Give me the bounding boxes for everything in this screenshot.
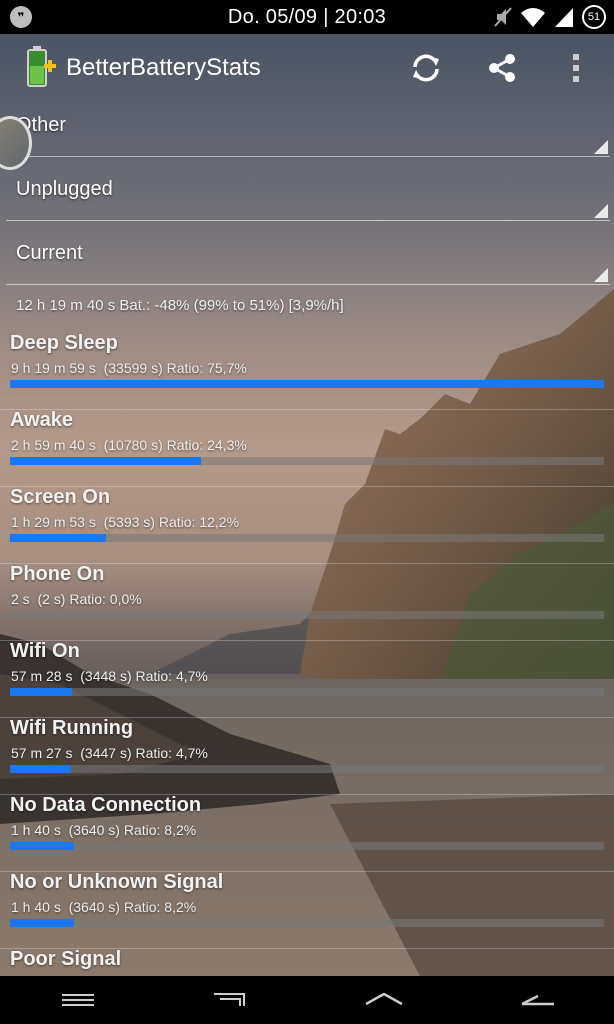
stat-bar — [10, 457, 604, 465]
stat-detail: 57 m 27 s (3447 s) Ratio: 4,7% — [11, 745, 208, 761]
stat-bar — [10, 765, 604, 773]
signal-icon — [555, 8, 573, 27]
recents-icon — [214, 993, 245, 1006]
refresh-icon — [413, 54, 439, 82]
menu-button[interactable] — [48, 986, 108, 1014]
battery-app-icon — [27, 46, 56, 87]
spinner-arrow-icon — [594, 140, 608, 154]
spinner-arrow-icon — [594, 268, 608, 282]
home-button[interactable] — [354, 986, 414, 1014]
summary-text: 12 h 19 m 40 s Bat.: -48% (99% to 51%) [… — [16, 297, 344, 314]
back-icon — [521, 994, 554, 1006]
stat-row-poor-signal[interactable]: Poor Signal — [0, 948, 614, 976]
wifi-icon — [521, 8, 545, 27]
to-spinner[interactable]: Current — [6, 226, 610, 285]
stat-row-deep-sleep[interactable]: Deep Sleep 9 h 19 m 59 s (33599 s) Ratio… — [0, 332, 614, 410]
share-button[interactable] — [482, 48, 522, 88]
stat-bar — [10, 842, 604, 850]
stat-detail: 1 h 29 m 53 s (5393 s) Ratio: 12,2% — [11, 514, 240, 530]
recents-button[interactable] — [200, 986, 260, 1014]
battery-level: 51 — [587, 11, 601, 23]
spinner-arrow-icon — [594, 204, 608, 218]
stat-bar — [10, 380, 604, 388]
stat-row-phone-on[interactable]: Phone On 2 s (2 s) Ratio: 0,0% — [0, 563, 614, 641]
navigation-bar — [0, 976, 614, 1024]
stat-title: Awake — [10, 409, 74, 431]
menu-icon — [62, 994, 94, 1006]
stat-title: Wifi Running — [10, 717, 134, 739]
stat-title: No or Unknown Signal — [10, 871, 224, 893]
overflow-menu-button[interactable] — [556, 48, 596, 88]
from-spinner-label: Unplugged — [16, 178, 113, 200]
stat-detail: 2 h 59 m 40 s (10780 s) Ratio: 24,3% — [11, 437, 247, 453]
stat-bar — [10, 688, 604, 696]
stat-bar-fill — [10, 380, 604, 388]
stat-bar — [10, 534, 604, 542]
stat-row-screen-on[interactable]: Screen On 1 h 29 m 53 s (5393 s) Ratio: … — [0, 486, 614, 564]
mute-icon — [494, 7, 512, 27]
action-bar: BetterBatteryStats — [0, 34, 614, 100]
stat-detail: 2 s (2 s) Ratio: 0,0% — [11, 591, 142, 607]
hangouts-icon: ❞ — [10, 6, 32, 28]
overflow-menu-icon — [573, 54, 579, 82]
stat-row-no-data-connection[interactable]: No Data Connection 1 h 40 s (3640 s) Rat… — [0, 794, 614, 872]
stat-title: Deep Sleep — [10, 332, 118, 354]
stat-bar-fill — [10, 842, 75, 850]
refresh-button[interactable] — [406, 48, 446, 88]
stat-title: Screen On — [10, 486, 111, 508]
stat-detail: 57 m 28 s (3448 s) Ratio: 4,7% — [11, 668, 208, 684]
stat-detail: 9 h 19 m 59 s (33599 s) Ratio: 75,7% — [11, 360, 247, 376]
stat-title: No Data Connection — [10, 794, 202, 816]
stat-detail: 1 h 40 s (3640 s) Ratio: 8,2% — [11, 899, 197, 915]
status-icons: 51 — [494, 5, 606, 29]
to-spinner-label: Current — [16, 242, 83, 264]
home-icon — [365, 992, 403, 1006]
from-spinner[interactable]: Unplugged — [6, 162, 610, 221]
stat-row-awake[interactable]: Awake 2 h 59 m 40 s (10780 s) Ratio: 24,… — [0, 409, 614, 487]
battery-icon: 51 — [582, 5, 606, 29]
back-button[interactable] — [508, 986, 568, 1014]
stat-bar-fill — [10, 688, 72, 696]
stat-row-no-or-unknown-signal[interactable]: No or Unknown Signal 1 h 40 s (3640 s) R… — [0, 871, 614, 949]
stat-bar — [10, 611, 604, 619]
stat-detail: 1 h 40 s (3640 s) Ratio: 8,2% — [11, 822, 197, 838]
stat-bar — [10, 919, 604, 927]
stat-bar-fill — [10, 919, 75, 927]
stat-title: Poor Signal — [10, 948, 122, 970]
stat-row-wifi-on[interactable]: Wifi On 57 m 28 s (3448 s) Ratio: 4,7% — [0, 640, 614, 718]
stat-bar-fill — [10, 765, 72, 773]
status-time: Do. 05/09 | 20:03 — [227, 5, 387, 28]
app-title: BetterBatteryStats — [66, 54, 261, 81]
share-icon — [489, 54, 515, 82]
stat-title: Phone On — [10, 563, 105, 585]
category-spinner[interactable]: Other — [6, 98, 610, 157]
stat-title: Wifi On — [10, 640, 80, 662]
stat-row-wifi-running[interactable]: Wifi Running 57 m 27 s (3447 s) Ratio: 4… — [0, 717, 614, 795]
status-bar: ❞ Do. 05/09 | 20:03 51 — [0, 0, 614, 34]
stat-bar-fill — [10, 457, 201, 465]
stat-bar-fill — [10, 534, 106, 542]
